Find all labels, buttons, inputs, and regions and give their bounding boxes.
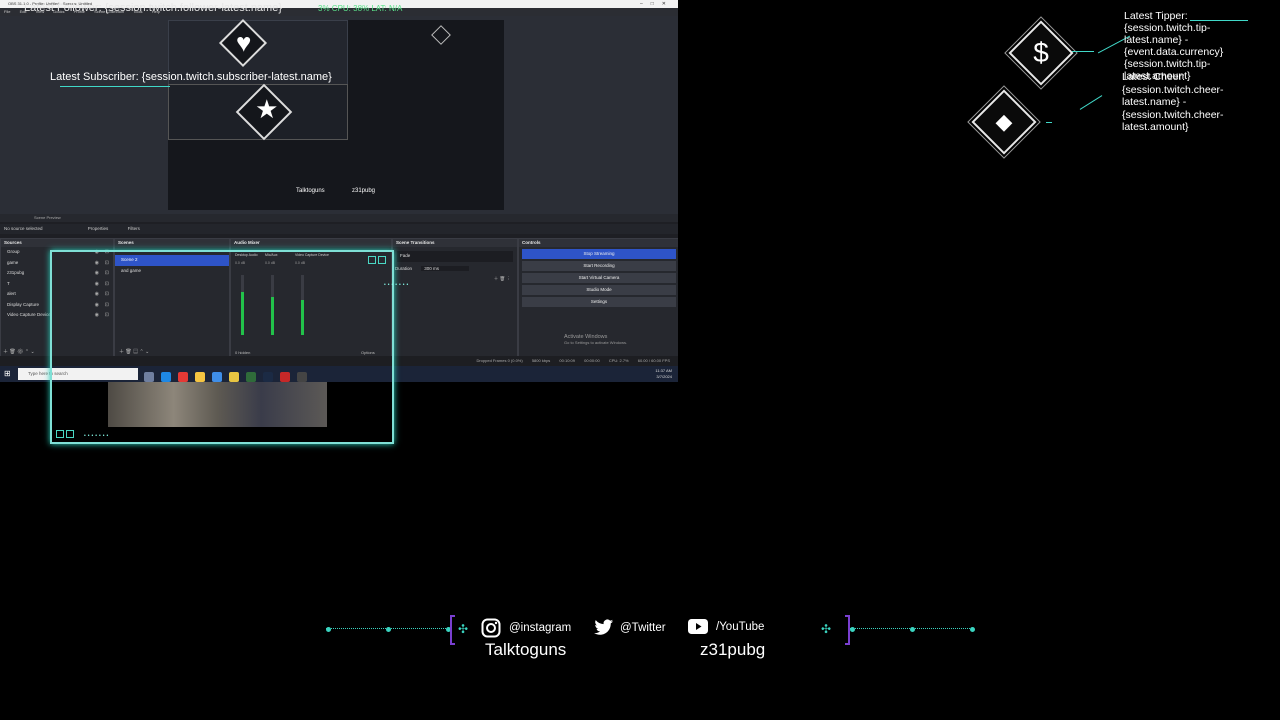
heart-icon: ♥ [235,27,252,58]
dotted-line [850,628,974,630]
source-label: alert [7,291,16,296]
source-label: game [7,259,19,265]
filters-button[interactable]: Filters [128,226,140,231]
youtube-handle: /YouTube [716,620,765,633]
stream-time: 00:10:09 [559,358,575,363]
instagram-icon [481,618,501,638]
window-controls[interactable]: –□✕ [640,0,674,8]
scene-preview-label: Scene Preview [34,215,61,220]
duration-label: Duration [395,265,413,271]
duration-input[interactable]: 300 ms [421,265,470,271]
source-label: T [7,280,10,286]
sources-title: Sources [1,239,113,247]
frame-dots: ••••••• [384,282,408,288]
frame-corner [368,256,376,264]
social-instagram: @instagram [481,618,571,638]
bitrate: 5800 kbps [531,358,551,363]
frame-corner [56,430,64,438]
frame-corner [378,256,386,264]
cheer-line [1046,122,1052,123]
frame-dots: ••••••• [84,433,111,439]
activate-sub: Go to Settings to activate Windows. [564,340,628,345]
cheer-line [1079,95,1103,110]
name-right: z31pubg [700,640,766,659]
star-icon: ★ [255,94,279,125]
transitions-title: Scene Transitions [393,239,517,247]
social-twitter: @Twitter [594,619,666,636]
system-tray[interactable]: 11:37 AM 3/7/2024 [655,368,672,380]
gem-icon: ◆ [995,109,1013,134]
source-label: z31pubg [7,270,25,275]
tipper-line [1072,51,1094,52]
latest-subscriber-text: Latest Subscriber: {session.twitch.subsc… [50,71,332,83]
cheer-diamond: ◆ [971,89,1037,155]
latest-cheer-text: Latest Cheer: {session.twitch.cheer-late… [1122,71,1224,133]
dropped-frames: Dropped Frames 0 (0.0%) [476,358,523,363]
rec-time: 00:00:00 [584,358,600,363]
twitter-handle: @Twitter [620,621,666,634]
tipper-diamond: $ [1008,20,1074,86]
source-label: Video Capture Device [7,312,51,317]
preview-name-right: z31pubg [352,188,376,194]
properties-button[interactable]: Properties [88,226,109,231]
dotted-line [326,628,450,630]
controls-title: Controls [519,239,678,247]
source-label: Display Capture [7,301,40,307]
sparkle-icon: ✣ [821,622,832,636]
social-dotline-right [850,626,975,632]
scenes-title: Scenes [115,239,229,247]
youtube-icon [688,619,708,634]
bracket-right [845,615,850,645]
preview-name-left: Talktoguns [296,188,325,194]
sources-toolbar[interactable]: ＋ 🗑 ⚙ ⌃ ⌄ [3,348,35,355]
frame-corner [66,430,74,438]
social-dotline-left [326,626,451,632]
transitions-dock: Scene Transitions Fade Duration 300 ms ＋… [392,238,518,358]
preview-dollar-diamond [431,25,451,45]
start-recording-button[interactable]: Start Recording [522,261,676,271]
subscriber-underline [60,86,170,87]
transition-toolbar[interactable]: ＋ 🗑 ⋮ [393,274,517,285]
fps: 60.00 / 60.00 FPS [637,358,670,363]
program-preview[interactable]: ♥ ★ Talktoguns z31pubg [168,18,504,210]
scene-preview-bar: Scene Preview [0,214,678,222]
instagram-handle: @instagram [509,622,572,634]
social-youtube: /YouTube [688,619,764,634]
audio-mixer-title: Audio Mixer [231,239,391,247]
sparkle-icon: ✣ [458,622,469,636]
activate-windows-watermark: Activate Windows Go to Settings to activ… [564,334,627,345]
transition-select[interactable]: Fade [397,251,513,262]
source-label: Group [7,249,20,254]
date: 3/7/2024 [656,374,672,379]
windows-start-icon[interactable]: ⊞ [4,369,13,378]
studio-mode-button[interactable]: Studio Mode [522,285,676,295]
menu-file[interactable]: File [4,9,10,14]
webcam-frame: ••••••• ••••••• [50,250,408,444]
latest-follower-text: Latest Follower: {session.twitch.followe… [24,2,283,14]
stop-streaming-button[interactable]: Stop Streaming [522,249,676,259]
properties-bar: No source selected Properties Filters [0,224,678,234]
settings-button[interactable]: Settings [522,297,676,307]
cpu-usage: CPU: 2.7% [608,358,629,363]
bracket-left [450,615,455,645]
twitter-icon [594,619,614,635]
dollar-icon: $ [1033,37,1049,68]
duration-row: Duration 300 ms [393,264,517,275]
name-left: Talktoguns [485,640,567,659]
stats-text: 3% CPU: 38% LAT: N/A [318,4,403,13]
start-virtual-camera-button[interactable]: Start Virtual Camera [522,273,676,283]
no-source-label: No source selected [4,226,43,231]
